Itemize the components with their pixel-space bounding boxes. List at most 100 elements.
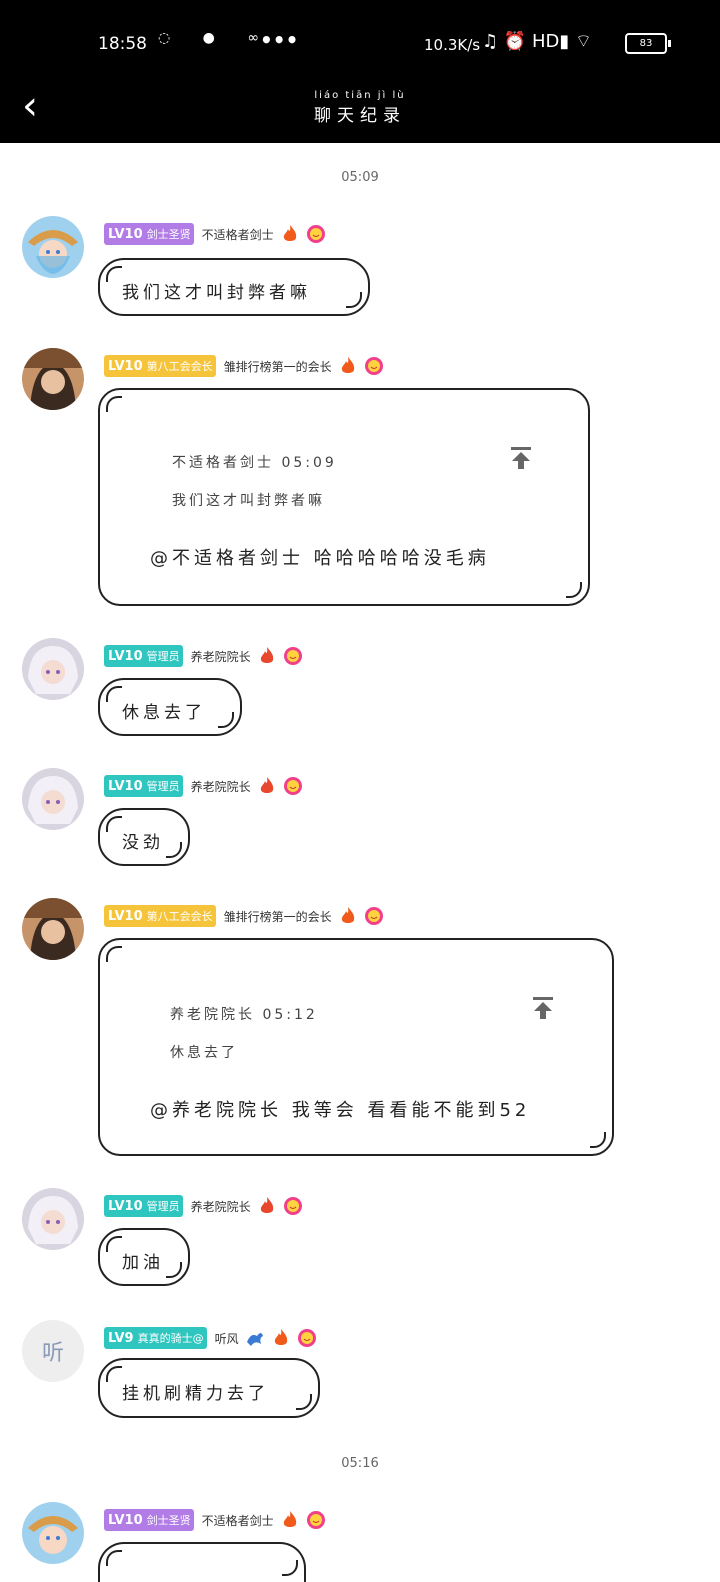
smile-flower-icon	[364, 356, 384, 376]
timestamp: 05:16	[341, 1456, 379, 1471]
message-header: LV9 真真的骑士@ 听风	[104, 1326, 317, 1350]
username[interactable]: 不适格者剑士	[202, 226, 274, 243]
avatar[interactable]	[22, 638, 84, 700]
message-header: LV10 第八工会会长 雏排行榜第一的会长	[104, 904, 384, 928]
message-header: LV10 管理员 养老院院长	[104, 1194, 303, 1218]
level-badge: LV10 管理员	[104, 645, 183, 667]
smile-flower-icon	[364, 906, 384, 926]
avatar[interactable]	[22, 898, 84, 960]
message-header: LV10 管理员 养老院院长	[104, 644, 303, 668]
level-text: LV10	[108, 358, 143, 374]
fire-icon	[257, 1196, 277, 1216]
jump-to-quote-icon[interactable]	[532, 996, 554, 1020]
level-badge: LV10 管理员	[104, 775, 183, 797]
level-text: LV9	[108, 1330, 134, 1346]
quoted-text: 我们这才叫封弊者嘛	[172, 493, 325, 509]
timestamp: 05:09	[341, 170, 379, 185]
message-bubble[interactable]: 挂机刷精力去了	[98, 1358, 320, 1418]
avatar[interactable]	[22, 1502, 84, 1564]
smile-flower-icon	[283, 776, 303, 796]
username[interactable]: 养老院院长	[191, 1198, 251, 1215]
level-badge: LV10 剑士圣贤	[104, 1509, 194, 1531]
page-title-text: 聊天纪录	[314, 106, 406, 126]
message-bubble[interactable]: 我们这才叫封弊者嘛	[98, 258, 370, 316]
page-title: liáo tiān jì lù 聊天纪录	[0, 90, 720, 126]
level-badge: LV10 第八工会会长	[104, 905, 216, 927]
title-tag: 第八工会会长	[146, 910, 213, 923]
avatar[interactable]	[22, 216, 84, 278]
fire-icon	[280, 1510, 300, 1530]
dragon-icon	[245, 1328, 265, 1348]
message-text: 休息去了	[122, 703, 206, 723]
username[interactable]: 养老院院长	[191, 778, 251, 795]
status-bar: 18:58 ◌ ● ∞ ••• 10.3K/s ♫ ⏰ HD▮ ⌔ 83	[0, 0, 720, 88]
status-time: 18:58	[98, 34, 147, 54]
title-tag: 剑士圣贤	[146, 1514, 191, 1527]
fire-icon	[257, 646, 277, 666]
message-header: LV10 管理员 养老院院长	[104, 774, 303, 798]
system-icons: ♫ ⏰ HD▮ ⌔	[482, 31, 592, 52]
title-bar: ‹ liáo tiān jì lù 聊天纪录	[0, 86, 720, 143]
level-badge: LV10 管理员	[104, 1195, 183, 1217]
message-text: @不适格者剑士 哈哈哈哈哈没毛病	[150, 548, 490, 569]
message-header: LV10 剑士圣贤 不适格者剑士	[104, 222, 326, 246]
quoted-sender: 不适格者剑士 05:09	[172, 455, 337, 471]
level-badge: LV10 剑士圣贤	[104, 223, 194, 245]
level-badge: LV10 第八工会会长	[104, 355, 216, 377]
message-header: LV10 第八工会会长 雏排行榜第一的会长	[104, 354, 384, 378]
page-title-pinyin: liáo tiān jì lù	[314, 90, 406, 101]
title-tag: 管理员	[146, 780, 180, 793]
smile-flower-icon	[306, 224, 326, 244]
message-bubble[interactable]: 不适格者剑士 05:09 我们这才叫封弊者嘛 @不适格者剑士 哈哈哈哈哈没毛病	[98, 388, 590, 606]
quoted-text: 休息去了	[170, 1045, 238, 1061]
message-text: 没劲	[122, 833, 164, 853]
network-speed: 10.3K/s	[424, 36, 481, 54]
quoted-sender: 养老院院长 05:12	[170, 1007, 318, 1023]
fire-icon	[338, 356, 358, 376]
message-bubble[interactable]: 加油	[98, 1228, 190, 1286]
notification-icons: ◌ ● ∞	[158, 30, 273, 46]
title-tag: 管理员	[146, 1200, 180, 1213]
avatar[interactable]	[22, 768, 84, 830]
fire-icon	[271, 1328, 291, 1348]
level-text: LV10	[108, 778, 143, 794]
title-tag: 剑士圣贤	[146, 228, 191, 241]
fire-icon	[257, 776, 277, 796]
username[interactable]: 听风	[215, 1330, 239, 1347]
level-text: LV10	[108, 226, 143, 242]
message-text: @养老院院长 我等会 看看能不能到52	[150, 1100, 531, 1121]
battery-icon: 83	[625, 33, 671, 54]
title-tag: 第八工会会长	[146, 360, 213, 373]
fire-icon	[280, 224, 300, 244]
username[interactable]: 雏排行榜第一的会长	[224, 358, 332, 375]
message-bubble[interactable]	[98, 1542, 306, 1582]
smile-flower-icon	[297, 1328, 317, 1348]
level-text: LV10	[108, 648, 143, 664]
message-text: 加油	[122, 1253, 164, 1273]
username[interactable]: 养老院院长	[191, 648, 251, 665]
smile-flower-icon	[306, 1510, 326, 1530]
level-text: LV10	[108, 1512, 143, 1528]
svg-text:听: 听	[42, 1341, 64, 1366]
avatar[interactable]	[22, 348, 84, 410]
jump-to-quote-icon[interactable]	[510, 446, 532, 470]
message-bubble[interactable]: 养老院院长 05:12 休息去了 @养老院院长 我等会 看看能不能到52	[98, 938, 614, 1156]
message-header: LV10 剑士圣贤 不适格者剑士	[104, 1508, 326, 1532]
fire-icon	[338, 906, 358, 926]
title-tag: 真真的骑士@	[137, 1332, 204, 1345]
more-notifications-icon: •••	[260, 28, 299, 52]
level-text: LV10	[108, 1198, 143, 1214]
smile-flower-icon	[283, 1196, 303, 1216]
avatar[interactable]	[22, 1188, 84, 1250]
level-badge: LV9 真真的骑士@	[104, 1327, 207, 1349]
message-bubble[interactable]: 休息去了	[98, 678, 242, 736]
smile-flower-icon	[283, 646, 303, 666]
level-text: LV10	[108, 908, 143, 924]
username[interactable]: 雏排行榜第一的会长	[224, 908, 332, 925]
username[interactable]: 不适格者剑士	[202, 1512, 274, 1529]
title-tag: 管理员	[146, 650, 180, 663]
avatar[interactable]: 听	[22, 1320, 84, 1382]
message-text: 我们这才叫封弊者嘛	[122, 283, 311, 303]
message-text: 挂机刷精力去了	[122, 1384, 269, 1404]
message-bubble[interactable]: 没劲	[98, 808, 190, 866]
